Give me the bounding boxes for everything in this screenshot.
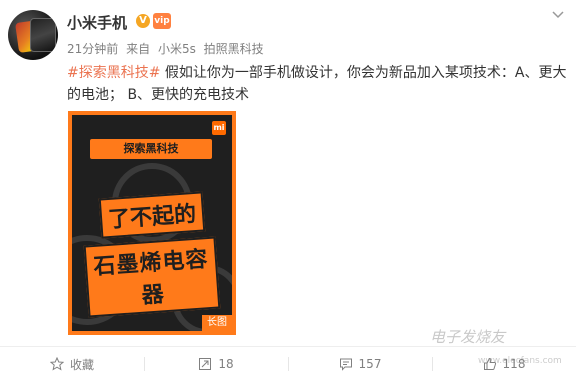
post-time[interactable]: 21分钟前: [67, 42, 118, 56]
post-image[interactable]: mi 探索黑科技 了不起的 石墨烯电容器 长图: [68, 111, 236, 335]
post-content: #探索黑科技# 假如让你为一部手机做设计，你会为新品加入某项技术：A、更大的电池…: [67, 62, 567, 106]
verified-icon: V: [136, 14, 150, 28]
vip-badge-icon[interactable]: vip: [153, 13, 171, 29]
action-bar: 收藏 18 157 118: [0, 350, 576, 378]
chevron-down-icon[interactable]: [551, 8, 565, 22]
forward-icon: [198, 357, 212, 371]
topic-link[interactable]: #探索黑科技#: [67, 65, 160, 81]
headline-line-2: 石墨烯电容器: [83, 236, 221, 318]
divider: [0, 346, 576, 347]
source-device[interactable]: 小米5s: [158, 42, 196, 56]
watermark-text: 电子发烧友: [430, 328, 506, 346]
like-count: 118: [502, 357, 526, 371]
mi-logo-icon: mi: [212, 121, 226, 135]
long-image-badge: 长图: [202, 315, 232, 331]
post-meta: 21分钟前 来自 小米5s 拍照黑科技: [67, 40, 268, 57]
avatar[interactable]: [8, 10, 58, 60]
poster-headline: 了不起的 石墨烯电容器: [83, 191, 221, 318]
headline-line-1: 了不起的: [98, 191, 206, 239]
source-prefix: 来自: [126, 42, 151, 56]
source-feature[interactable]: 拍照黑科技: [204, 42, 264, 56]
comment-count: 157: [358, 357, 382, 371]
forward-button[interactable]: 18: [144, 350, 288, 378]
star-icon: [49, 357, 64, 371]
comment-icon: [339, 357, 353, 371]
forward-count: 18: [218, 357, 234, 371]
favorite-label: 收藏: [69, 357, 94, 372]
poster-inner: mi 探索黑科技 了不起的 石墨烯电容器 长图: [72, 115, 232, 331]
thumbs-up-icon: [483, 357, 497, 371]
poster-tag: 探索黑科技: [90, 139, 212, 159]
author-name[interactable]: 小米手机: [67, 12, 127, 33]
avatar-phone-shape-2: [30, 18, 56, 52]
like-button[interactable]: 118: [432, 350, 576, 378]
comment-button[interactable]: 157: [288, 350, 432, 378]
favorite-button[interactable]: 收藏: [0, 350, 144, 378]
